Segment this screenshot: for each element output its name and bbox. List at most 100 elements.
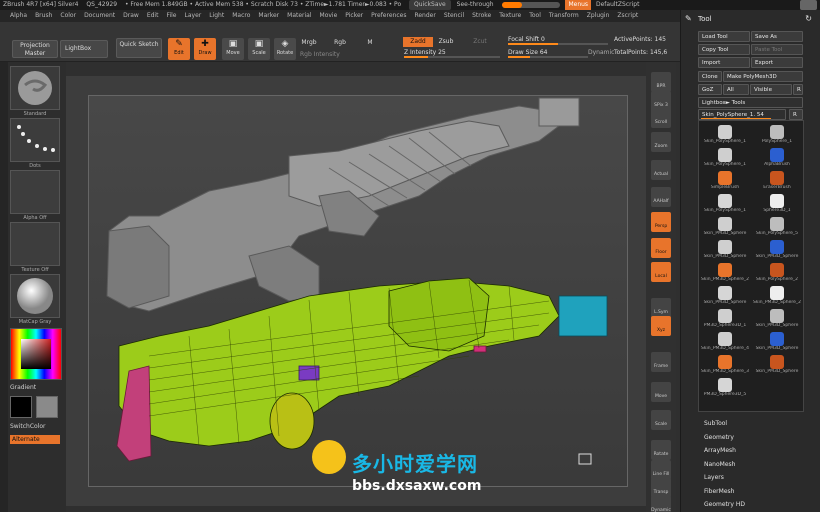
tool-thumbnail[interactable]: Skin_PM3D_Sphere_2 <box>752 286 802 305</box>
menu-texture[interactable]: Texture <box>499 12 521 19</box>
shelf-bpr-button[interactable]: BPR <box>651 72 671 92</box>
copy-tool-button[interactable]: Copy Tool <box>698 44 750 55</box>
all-button[interactable]: All <box>723 84 749 95</box>
tool-thumbnail[interactable]: AlphaBrush <box>752 148 802 167</box>
secondary-color-swatch[interactable] <box>36 396 58 418</box>
left-tray-edge[interactable] <box>0 62 8 512</box>
menu-render[interactable]: Render <box>414 12 435 19</box>
color-picker[interactable] <box>10 328 62 380</box>
shelf-l-sym-button[interactable]: L.Sym <box>651 298 671 318</box>
shelf-frame-button[interactable]: Frame <box>651 352 671 372</box>
make-polymesh-button[interactable]: Make PolyMesh3D <box>723 71 803 82</box>
quick-sketch-button[interactable]: Quick Sketch <box>116 38 162 58</box>
tool-thumbnail[interactable]: Skin_PM3D_Sphere <box>752 355 802 374</box>
menu-color[interactable]: Color <box>60 12 76 19</box>
tool-thumbnail[interactable]: SimpleBrush <box>700 171 750 190</box>
tool-thumbnail[interactable]: Skin_PM3D_Sphere <box>752 309 802 328</box>
menu-movie[interactable]: Movie <box>320 12 338 19</box>
lightbox-button[interactable]: LightBox <box>60 40 108 58</box>
tool-thumbnail[interactable]: Sphere3D_1 <box>752 194 802 213</box>
gradient-label[interactable]: Gradient <box>10 384 36 391</box>
main-color-swatch[interactable] <box>10 396 32 418</box>
seethrough-slider[interactable] <box>501 1 560 8</box>
shelf-line-fill-polyf-button[interactable]: Line Fill PolyF <box>651 460 671 480</box>
zcut-toggle[interactable]: Zcut <box>472 38 488 45</box>
tool-thumbnail[interactable]: PM3D_Sphere3D_5 <box>700 378 750 397</box>
shelf-scroll-button[interactable]: Scroll <box>651 108 671 128</box>
tool-thumbnail[interactable]: Skin_PM3D_Sphere <box>752 240 802 259</box>
export-button[interactable]: Export <box>751 57 803 68</box>
shelf-dynamic-button[interactable]: Dynamic <box>651 496 671 512</box>
section-geometry-hd[interactable]: Geometry HD <box>704 501 745 508</box>
focal-shift-slider[interactable]: Focal Shift 0 <box>508 36 608 45</box>
stroke-selector[interactable]: Dots <box>10 118 60 169</box>
z-intensity-slider[interactable]: Z Intensity 25 <box>404 49 500 58</box>
menu-edit[interactable]: Edit <box>147 12 159 19</box>
section-subtool[interactable]: SubTool <box>704 420 727 427</box>
menu-file[interactable]: File <box>166 12 176 19</box>
current-tool-slider[interactable]: Skin_PolySphere_1. 54 <box>698 109 786 120</box>
move-button[interactable]: ▣ Move <box>222 38 244 60</box>
tool-thumbnail[interactable]: PM3D_Sphere3D_1 <box>700 309 750 328</box>
menu-layer[interactable]: Layer <box>185 12 202 19</box>
tool-thumbnail[interactable]: Skin_PM3D_Sphere_4 <box>700 332 750 351</box>
paste-tool-button[interactable]: Paste Tool <box>751 44 803 55</box>
edit-button[interactable]: ✎ Edit <box>168 38 190 60</box>
save-as-button[interactable]: Save As <box>751 31 803 42</box>
tool-thumbnail[interactable]: Skin_PM3D_Sphere_2 <box>700 263 750 282</box>
menu-brush[interactable]: Brush <box>35 12 52 19</box>
tool-thumbnail[interactable]: Skin_PM3D_Sphere <box>700 286 750 305</box>
menu-preferences[interactable]: Preferences <box>371 12 406 19</box>
tool-thumbnail[interactable]: Skin_PM3D_Sphere <box>752 332 802 351</box>
menu-zscript[interactable]: Zscript <box>617 12 638 19</box>
brush-selector[interactable]: Standard <box>10 66 60 117</box>
alternate-button[interactable]: Alternate <box>10 435 60 444</box>
material-selector[interactable]: MatCap Gray <box>10 274 60 325</box>
section-nanomesh[interactable]: NanoMesh <box>704 461 735 468</box>
shelf-scale-button[interactable]: Scale <box>651 410 671 430</box>
window-controls[interactable] <box>800 0 817 10</box>
texture-selector[interactable]: Texture Off <box>10 222 60 273</box>
tool-thumbnail[interactable]: Skin_PM3D_Sphere <box>700 217 750 236</box>
scale-button[interactable]: ▣ Scale <box>248 38 270 60</box>
rgb-intensity-slider[interactable]: Rgb Intensity <box>300 51 392 59</box>
menu-light[interactable]: Light <box>209 12 224 19</box>
dynamic-toggle[interactable]: Dynamic <box>588 49 614 56</box>
tool-thumbnail[interactable]: Skin_PM3D_Sphere <box>700 240 750 259</box>
goz-button[interactable]: GoZ <box>698 84 722 95</box>
clone-button[interactable]: Clone <box>698 71 722 82</box>
menu-stroke[interactable]: Stroke <box>472 12 491 19</box>
canvas[interactable] <box>88 95 628 487</box>
shelf-zoom-button[interactable]: Zoom <box>651 132 671 152</box>
tool-thumbnail[interactable]: PolySphere_1 <box>752 125 802 144</box>
default-zscript-button[interactable]: DefaultZScript <box>596 1 639 8</box>
r2-button[interactable]: R <box>789 109 803 120</box>
tool-palette-pin-icon[interactable]: ✎ <box>685 10 692 28</box>
shelf-aahalf-button[interactable]: AAHalf <box>651 187 671 207</box>
refresh-icon[interactable]: ↻ <box>805 10 812 28</box>
draw-size-slider[interactable]: Draw Size 64 <box>508 49 588 58</box>
section-arraymesh[interactable]: ArrayMesh <box>704 447 736 454</box>
section-layers[interactable]: Layers <box>704 474 724 481</box>
r-button[interactable]: R <box>793 84 803 95</box>
tool-thumbnail[interactable]: Skin_PolySphere_1 <box>700 125 750 144</box>
projection-master-button[interactable]: Projection Master <box>12 40 58 58</box>
section-fibermesh[interactable]: FiberMesh <box>704 488 734 495</box>
shelf-move-button[interactable]: Move <box>651 382 671 402</box>
load-tool-button[interactable]: Load Tool <box>698 31 750 42</box>
tool-thumbnail[interactable]: EraserBrush <box>752 171 802 190</box>
shelf-floor-button[interactable]: Floor <box>651 238 671 258</box>
menu-draw[interactable]: Draw <box>123 12 139 19</box>
quicksave-button[interactable]: QuickSave <box>409 0 451 10</box>
menu-tool[interactable]: Tool <box>529 12 541 19</box>
menu-document[interactable]: Document <box>84 12 115 19</box>
m-toggle[interactable]: M <box>366 39 374 46</box>
tool-thumbnail[interactable]: Skin_PolySphere_5 <box>752 217 802 236</box>
alpha-selector[interactable]: Alpha Off <box>10 170 60 221</box>
tool-thumbnail[interactable]: Skin_PolySphere_1 <box>700 148 750 167</box>
shelf-rotate-button[interactable]: Rotate <box>651 440 671 460</box>
color-picker-square[interactable] <box>21 339 51 369</box>
rotate-button[interactable]: ◈ Rotate <box>274 38 296 60</box>
menu-transform[interactable]: Transform <box>549 12 579 19</box>
menus-toggle-button[interactable]: Menus <box>565 0 592 10</box>
